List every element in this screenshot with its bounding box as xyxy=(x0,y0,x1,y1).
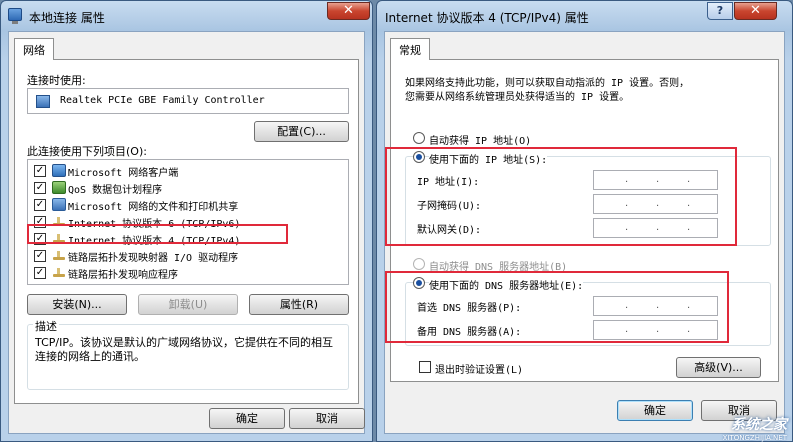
auto-ip-radio[interactable] xyxy=(413,132,425,144)
ok-button[interactable]: 确定 xyxy=(209,408,285,429)
file-sharing-icon xyxy=(52,198,66,211)
highlight-box-dns xyxy=(385,271,729,343)
validate-checkbox[interactable] xyxy=(419,361,431,373)
install-button[interactable]: 安装(N)... xyxy=(27,294,127,315)
adapter-name: Realtek PCIe GBE Family Controller xyxy=(60,95,265,106)
network-connection-icon xyxy=(8,8,22,24)
auto-ip-label: 自动获得 IP 地址(O) xyxy=(429,136,532,147)
ok-button[interactable]: 确定 xyxy=(617,400,693,421)
protocol-icon xyxy=(52,249,66,262)
advanced-button[interactable]: 高级(V)... xyxy=(676,357,761,378)
help-button[interactable]: ? xyxy=(707,2,733,20)
list-item-label: 链路层拓扑发现响应程序 xyxy=(68,270,178,281)
highlight-box-ip xyxy=(385,147,737,246)
title-bar[interactable]: 本地连接 属性 ✕ xyxy=(1,1,372,31)
highlight-box-ipv4 xyxy=(27,224,288,244)
checkbox[interactable]: ✓ xyxy=(34,182,46,194)
checkbox[interactable]: ✓ xyxy=(34,250,46,262)
list-item-label: 链路层拓扑发现映射器 I/O 驱动程序 xyxy=(68,253,239,264)
properties-button[interactable]: 属性(R) xyxy=(249,294,349,315)
intro-text-line1: 如果网络支持此功能，则可以获取自动指派的 IP 设置。否则， xyxy=(405,78,690,89)
local-connection-properties-window: 本地连接 属性 ✕ 网络 连接时使用: Realtek PCIe GBE Fam… xyxy=(0,0,373,442)
intro-text-line2: 您需要从网络系统管理员处获得适当的 IP 设置。 xyxy=(405,92,630,103)
network-adapter-icon xyxy=(36,95,50,108)
watermark-url: XITONGZHIJIA.NET xyxy=(722,434,787,442)
close-button[interactable]: ✕ xyxy=(327,2,370,20)
items-label: 此连接使用下列项目(O): xyxy=(27,145,147,158)
checkbox[interactable]: ✓ xyxy=(34,267,46,279)
configure-button[interactable]: 配置(C)... xyxy=(254,121,349,142)
validate-label: 退出时验证设置(L) xyxy=(435,365,524,376)
uninstall-button[interactable]: 卸载(U) xyxy=(138,294,238,315)
auto-dns-radio[interactable] xyxy=(413,258,425,270)
connect-using-label: 连接时使用: xyxy=(27,74,86,87)
title-bar[interactable]: Internet 协议版本 4 (TCP/IPv4) 属性 ? ✕ xyxy=(377,1,792,31)
checkbox[interactable]: ✓ xyxy=(34,165,46,177)
ipv4-properties-window: Internet 协议版本 4 (TCP/IPv4) 属性 ? ✕ 常规 如果网… xyxy=(376,0,793,442)
list-item-label: Microsoft 网络客户端 xyxy=(68,168,179,179)
protocol-icon xyxy=(52,266,66,279)
list-item-label: QoS 数据包计划程序 xyxy=(68,185,163,196)
adapter-box: Realtek PCIe GBE Family Controller xyxy=(27,88,349,114)
close-button[interactable]: ✕ xyxy=(734,2,777,20)
tab-general[interactable]: 常规 xyxy=(390,38,430,60)
network-client-icon xyxy=(52,164,66,177)
cancel-button[interactable]: 取消 xyxy=(289,408,365,429)
tab-network[interactable]: 网络 xyxy=(14,38,54,60)
components-list[interactable]: ✓ Microsoft 网络客户端 ✓ QoS 数据包计划程序 ✓ Micros… xyxy=(27,159,349,285)
window-title: Internet 协议版本 4 (TCP/IPv4) 属性 xyxy=(385,11,589,25)
description-text: TCP/IP。该协议是默认的广域网络协议，它提供在不同的相互连接的网络上的通讯。 xyxy=(35,336,333,363)
checkbox[interactable]: ✓ xyxy=(34,199,46,211)
window-title: 本地连接 属性 xyxy=(29,11,105,25)
description-title: 描述 xyxy=(33,318,59,334)
qos-icon xyxy=(52,181,66,194)
watermark-logo: 系统之家 xyxy=(731,417,787,433)
list-item-label: Microsoft 网络的文件和打印机共享 xyxy=(68,202,239,213)
